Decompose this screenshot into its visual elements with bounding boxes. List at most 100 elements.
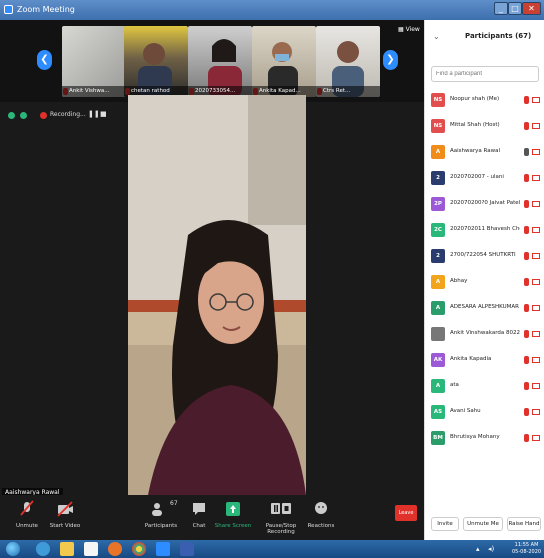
invite-button[interactable]: Invite [431,517,459,531]
participant-thumbnail[interactable]: Ctrs Ret... [316,26,380,97]
windows-taskbar: ▴ ◂) 11:55 AM 05-08-2020 [0,540,544,558]
media-player-icon[interactable] [84,542,98,556]
video-off-icon [532,97,540,103]
participant-thumbnail[interactable]: chetan rathod [124,26,188,97]
start-video-button[interactable]: Start Video [40,499,90,529]
clock-date: 05-08-2020 [512,549,542,555]
chevron-down-icon[interactable]: ⌄ [433,32,440,41]
system-clock[interactable]: 11:55 AM 05-08-2020 [512,542,541,556]
mic-muted-icon [524,96,529,104]
share-screen-button[interactable]: Share Screen [208,499,258,529]
share-screen-label: Share Screen [214,523,252,529]
mic-muted-icon [524,174,529,182]
participant-name: Ankit Vinshwakarda 8022 [450,330,520,336]
mic-muted-icon [524,304,529,312]
thumbnail-name: Ctrs Ret... [316,86,380,97]
volume-icon[interactable]: ◂) [488,545,494,553]
video-off-icon [532,409,540,415]
avatar: AS [431,405,445,419]
participant-row[interactable]: AK Ankita Kapadia [425,348,544,374]
mic-muted-icon [20,500,34,516]
mic-muted-icon [524,200,529,208]
mic-muted-icon [524,356,529,364]
leave-button[interactable]: Leave [395,505,417,521]
participant-name: 2020702007 - ulani [450,174,504,180]
recording-label: Recording... [50,111,86,118]
panel-title: Participants (67) [465,32,532,40]
avatar: BM [431,431,445,445]
participant-row[interactable]: 2P 202070200?0 Jaivat Patel [425,192,544,218]
participant-row[interactable]: A Abhay [425,270,544,296]
chat-icon [193,503,205,515]
participant-row[interactable]: NS Mittal Shah (Host) [425,114,544,140]
tray-arrow-icon[interactable]: ▴ [476,545,480,553]
file-explorer-icon[interactable] [60,542,74,556]
avatar: A [431,301,445,315]
avatar: 2P [431,197,445,211]
mic-muted-icon [524,434,529,442]
reactions-button[interactable]: Reactions [296,499,346,529]
participant-row[interactable]: AS Avani Sahu [425,400,544,426]
reactions-label: Reactions [307,523,335,529]
participant-row[interactable]: 2 2700/722054 SHUTKRTI [425,244,544,270]
zoom-app-icon [4,5,13,14]
participant-name: 202070200?0 Jaivat Patel [450,200,520,206]
participant-thumbnail[interactable]: Ankita Kapad... [252,26,316,97]
avatar: AK [431,353,445,367]
firefox-icon[interactable] [108,542,122,556]
participant-thumbnail[interactable]: Ankit Vishwa... [62,26,126,97]
participant-name: Mittal Shah (Host) [450,122,500,128]
prev-page-button[interactable]: ❮ [37,50,52,70]
participant-thumbnail[interactable]: 2020733054... [188,26,252,97]
minimize-button[interactable]: _ [494,2,508,15]
mic-muted-icon [524,330,529,338]
unmute-me-button[interactable]: Unmute Me [463,517,503,531]
participant-name: Bhrutisya Mohany [450,434,500,440]
participant-name: Noopur shah (Me) [450,96,500,102]
participant-row[interactable]: Ankit Vinshwakarda 8022 [425,322,544,348]
participant-row[interactable]: A Aaishwarya Rawal [425,140,544,166]
close-button[interactable]: ✕ [522,2,541,15]
participant-row[interactable]: Aata [425,374,544,400]
word-icon[interactable] [180,542,194,556]
participant-search-input[interactable] [431,66,539,82]
maximize-button[interactable]: □ [508,2,522,15]
mic-icon [524,148,529,156]
avatar: NS [431,93,445,107]
participant-name: 2700/722054 SHUTKRTI [450,252,516,258]
participant-row[interactable]: BM Bhrutisya Mohany [425,426,544,452]
recording-indicator: Recording... ❚❚ ■ [0,110,110,122]
speaker-video-frame [128,95,306,495]
video-off-icon [532,331,540,337]
recording-controls-label: Pause/Stop Recording [265,523,297,535]
participant-row[interactable]: A ADESARA ALPESHKUMAR JAGDI... [425,296,544,322]
participant-name: Ankita Kapadia [450,356,492,362]
view-button[interactable]: ▦ View [398,26,420,33]
participant-name: Avani Sahu [450,408,481,414]
participant-row[interactable]: NS Noopur shah (Me) [425,88,544,114]
participant-name: ADESARA ALPESHKUMAR JAGDI... [450,304,520,310]
zoom-taskbar-icon[interactable] [156,542,170,556]
chrome-icon[interactable] [132,542,146,556]
video-off-icon [532,279,540,285]
status-icon [8,112,15,119]
mic-muted-icon [524,226,529,234]
avatar: A [431,145,445,159]
record-dot-icon [40,112,47,119]
stop-recording-icon[interactable]: ■ [100,110,107,118]
internet-explorer-icon[interactable] [36,542,50,556]
next-page-button[interactable]: ❯ [383,50,398,70]
participant-name: Aaishwarya Rawal [450,148,500,154]
start-video-label: Start Video [49,523,81,529]
clock-time: 11:55 AM [514,542,539,548]
participant-row[interactable]: 2C 2020702011 Bhavesh Choudhary [425,218,544,244]
avatar: 2 [431,249,445,263]
pause-recording-icon[interactable]: ❚❚ [88,110,100,118]
start-button[interactable] [6,542,20,556]
raise-hand-button[interactable]: Raise Hand [507,517,541,531]
meeting-toolbar: Unmute Start Video Participants 67 Chat [0,495,424,540]
participant-list: NS Noopur shah (Me) NS Mittal Shah (Host) A A… [425,88,544,452]
participant-row[interactable]: 2 2020702007 - ulani [425,166,544,192]
video-off-icon [532,383,540,389]
panel-header: ⌄ Participants (67) [425,20,544,60]
